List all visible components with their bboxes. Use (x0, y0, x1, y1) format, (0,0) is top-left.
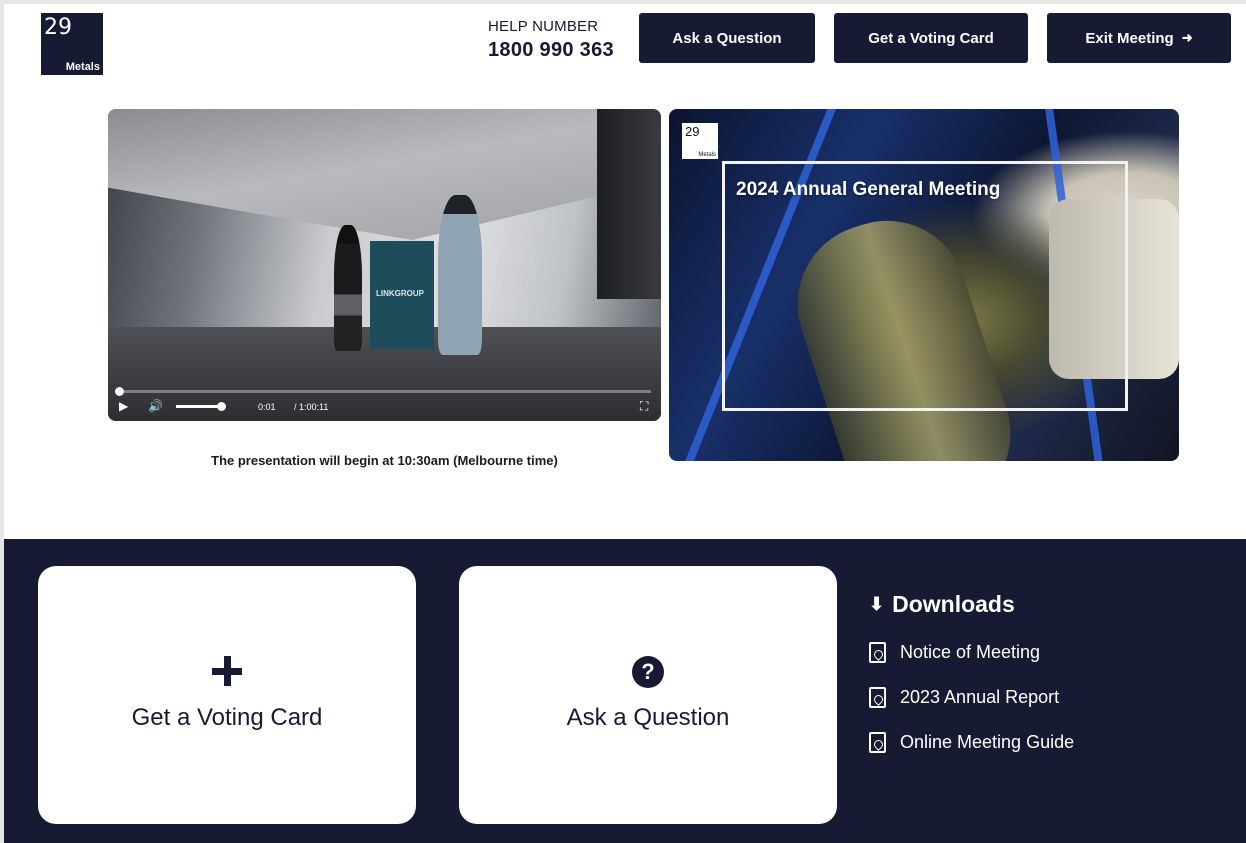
duration: / 1:00:11 (294, 402, 329, 412)
current-time: 0:01 (258, 402, 276, 412)
voting-card-tile[interactable]: Get a Voting Card (38, 566, 416, 824)
ask-question-label: Ask a Question (672, 29, 782, 47)
video-controls: ▶ 🔊 0:01 / 1:00:11 ⛶ (108, 387, 661, 421)
slide-logo-word: Metals (698, 152, 716, 158)
pdf-icon (869, 642, 886, 663)
get-voting-card-label: Get a Voting Card (868, 29, 994, 47)
downloads-section: ⬇ Downloads Notice of Meeting 2023 Annua… (869, 591, 1074, 753)
help-phone: 1800 990 363 (488, 39, 614, 61)
presentation-caption: The presentation will begin at 10:30am (… (211, 453, 558, 468)
company-logo: 29 Metals (41, 13, 103, 75)
slide-title: 2024 Annual General Meeting (736, 179, 1001, 200)
video-sign: LINKGROUP (370, 241, 434, 349)
pdf-icon (869, 687, 886, 708)
question-circle-icon: ? (632, 656, 664, 688)
get-voting-card-button[interactable]: Get a Voting Card (834, 13, 1028, 63)
ask-question-tile-label: Ask a Question (566, 704, 730, 731)
download-notice-of-meeting[interactable]: Notice of Meeting (869, 642, 1074, 663)
slide-logo: 29 Metals (682, 123, 718, 159)
video-player[interactable]: LINKGROUP ▶ 🔊 0:01 / 1:00:11 ⛶ (108, 109, 661, 421)
help-number-block: HELP NUMBER 1800 990 363 (488, 18, 614, 62)
download-label: Notice of Meeting (900, 642, 1041, 662)
download-annual-report[interactable]: 2023 Annual Report (869, 687, 1074, 708)
volume-icon[interactable]: 🔊 (148, 400, 163, 412)
sign-out-icon: ➜ (1181, 30, 1193, 45)
video-progress-bar[interactable] (115, 387, 651, 396)
exit-meeting-button[interactable]: Exit Meeting ➜ (1047, 13, 1231, 63)
slide-logo-number: 29 (685, 124, 700, 139)
volume-slider[interactable] (176, 402, 226, 411)
video-frame: LINKGROUP (108, 109, 661, 421)
play-icon[interactable]: ▶ (119, 400, 128, 412)
video-pillar (597, 109, 661, 299)
download-icon: ⬇ (869, 594, 885, 614)
download-meeting-guide[interactable]: Online Meeting Guide (869, 732, 1074, 753)
video-ceiling (108, 109, 661, 241)
downloads-title: Downloads (892, 591, 1015, 617)
voting-card-label: Get a Voting Card (131, 704, 323, 731)
ask-question-button[interactable]: Ask a Question (639, 13, 815, 63)
pdf-icon (869, 732, 886, 753)
video-sign-text: LINKGROUP (376, 289, 424, 298)
meeting-page: 29 Metals HELP NUMBER 1800 990 363 Ask a… (0, 0, 1246, 843)
plus-icon (212, 656, 242, 686)
ask-question-tile[interactable]: ? Ask a Question (459, 566, 837, 824)
fullscreen-icon[interactable]: ⛶ (640, 400, 648, 412)
help-label: HELP NUMBER (488, 18, 599, 35)
action-band: Get a Voting Card ? Ask a Question ⬇ Dow… (4, 539, 1246, 843)
logo-word: Metals (65, 61, 100, 73)
exit-meeting-label: Exit Meeting (1085, 29, 1174, 47)
download-label: Online Meeting Guide (900, 732, 1075, 752)
downloads-heading: ⬇ Downloads (869, 591, 1074, 618)
logo-number: 29 (44, 15, 72, 40)
progress-handle[interactable] (115, 387, 124, 396)
download-label: 2023 Annual Report (900, 687, 1060, 707)
video-person (438, 195, 482, 355)
volume-handle[interactable] (217, 402, 226, 411)
presentation-slide: 29 Metals 2024 Annual General Meeting (669, 109, 1179, 461)
video-person (334, 225, 362, 351)
